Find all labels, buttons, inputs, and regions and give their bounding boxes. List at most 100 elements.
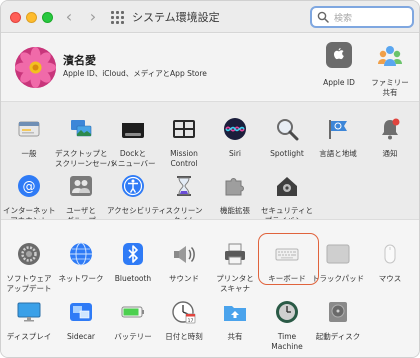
- pane-label: 機能拡張: [220, 206, 250, 215]
- pane-bluetooth[interactable]: Bluetooth: [107, 242, 159, 284]
- clock-calendar-icon: 17: [172, 301, 196, 324]
- minimize-window-button[interactable]: [26, 12, 37, 23]
- account-row: 濱名愛 Apple ID、iCloud、メディアとApp Store Apple…: [1, 34, 419, 100]
- internet-accounts-icon: @: [18, 175, 40, 197]
- pane-label: サウンド: [169, 274, 199, 283]
- pane-spotlight[interactable]: Spotlight: [261, 117, 313, 159]
- pane-mouse[interactable]: マウス: [364, 242, 416, 284]
- pane-label: ネットワーク: [58, 274, 104, 283]
- pane-label: 起動ディスク: [315, 332, 361, 341]
- notification-bell-icon: [382, 118, 400, 140]
- family-sharing-button[interactable]: ファミリー 共有: [366, 42, 414, 98]
- personal-preferences-section: 一般 デスクトップと スクリーンセーバ Dockと メニューバー Mission…: [1, 101, 419, 225]
- pane-label: Bluetooth: [114, 274, 152, 283]
- pane-dock-menubar[interactable]: Dockと メニューバー: [107, 117, 159, 169]
- pane-date-time[interactable]: 17 日付と時刻: [158, 300, 210, 342]
- pane-label: Sidecar: [66, 332, 96, 341]
- flower-avatar-icon: [15, 47, 56, 88]
- speaker-icon: [174, 246, 195, 263]
- pane-printers-scanners[interactable]: プリンタと スキャナ: [209, 242, 261, 294]
- pane-network[interactable]: ネットワーク: [55, 242, 107, 284]
- pane-mission-control[interactable]: Mission Control: [158, 117, 210, 169]
- mission-control-icon: [173, 120, 195, 138]
- zoom-window-button[interactable]: [42, 12, 53, 23]
- language-region-icon: [329, 120, 347, 139]
- sharing-folder-icon: [224, 306, 246, 321]
- svg-text:17: 17: [188, 318, 194, 324]
- pane-label: プリンタと スキャナ: [216, 274, 254, 293]
- pane-label: 通知: [382, 149, 398, 158]
- printer-icon: [225, 243, 245, 265]
- house-security-icon: [277, 177, 297, 196]
- forward-chevron-icon[interactable]: ›: [85, 8, 101, 26]
- pane-label: Dockと メニューバー: [110, 149, 156, 168]
- puzzle-piece-icon: [225, 178, 244, 196]
- svg-text:@: @: [23, 180, 36, 195]
- keyboard-selection-highlight: [258, 233, 319, 285]
- pane-software-update[interactable]: ソフトウェア アップデート: [3, 242, 55, 294]
- pane-label: Siri: [228, 149, 241, 158]
- apple-id-button[interactable]: Apple ID: [315, 42, 363, 88]
- pane-displays[interactable]: ディスプレイ: [3, 300, 55, 342]
- account-subtitle: Apple ID、iCloud、メディアとApp Store: [63, 69, 207, 78]
- network-globe-icon: [70, 242, 92, 266]
- title-bar: ‹ › システム環境設定 検索: [1, 1, 419, 33]
- desktop-screensaver-icon: [71, 120, 92, 137]
- pane-label: Time Machine: [271, 332, 303, 351]
- avatar[interactable]: [15, 47, 56, 88]
- pane-startup-disk[interactable]: 起動ディスク: [312, 300, 364, 342]
- pane-label: 日付と時刻: [165, 332, 203, 341]
- general-icon: [18, 121, 40, 137]
- window-title: システム環境設定: [132, 11, 220, 24]
- pane-label: ソフトウェア アップデート: [6, 274, 52, 293]
- pane-language-region[interactable]: 言語と地域: [312, 117, 364, 159]
- pane-label: トラックパッド: [312, 274, 365, 283]
- pane-label: 一般: [21, 149, 37, 158]
- apple-logo-icon: [326, 42, 352, 68]
- pane-label: 共有: [227, 332, 243, 341]
- system-preferences-window: ‹ › システム環境設定 検索 濱名愛 Apple ID、iCloud、メディア…: [0, 0, 420, 358]
- pane-notifications[interactable]: 通知: [364, 117, 416, 159]
- pane-sidecar[interactable]: Sidecar: [55, 300, 107, 342]
- hourglass-icon: [177, 176, 191, 196]
- spotlight-icon: [277, 119, 299, 141]
- pane-trackpad[interactable]: トラックパッド: [312, 242, 364, 284]
- bluetooth-icon: [123, 243, 143, 265]
- account-name: 濱名愛: [63, 54, 96, 67]
- pane-siri[interactable]: Siri: [209, 117, 261, 159]
- pane-extensions[interactable]: 機能拡張: [209, 174, 261, 216]
- pane-time-machine[interactable]: Time Machine: [261, 300, 313, 352]
- startup-disk-icon: [329, 302, 347, 322]
- accessibility-icon: [122, 175, 144, 197]
- software-update-gear-icon: [18, 243, 40, 265]
- search-placeholder: 検索: [334, 14, 353, 24]
- time-machine-icon: [276, 301, 298, 323]
- display-icon: [17, 302, 41, 322]
- users-groups-icon: [70, 176, 92, 196]
- apple-id-label: Apple ID: [323, 78, 355, 87]
- pane-sound[interactable]: サウンド: [158, 242, 210, 284]
- family-sharing-icon: [378, 46, 402, 66]
- pane-label: Spotlight: [270, 149, 304, 158]
- family-sharing-label: ファミリー 共有: [371, 78, 409, 97]
- pane-sharing[interactable]: 共有: [209, 300, 261, 342]
- pane-accessibility[interactable]: アクセシビリティ: [107, 174, 167, 216]
- pane-label: Mission Control: [170, 149, 198, 168]
- hardware-preferences-section: ソフトウェア アップデート ネットワーク Bluetooth サウンド プリンタ…: [1, 219, 419, 357]
- pane-label: ディスプレイ: [6, 332, 52, 341]
- pane-battery[interactable]: バッテリー: [107, 300, 159, 342]
- search-field[interactable]: 検索: [310, 6, 414, 28]
- show-all-grid-icon[interactable]: [111, 11, 124, 24]
- pane-label: デスクトップと スクリーンセーバ: [55, 149, 115, 168]
- back-chevron-icon[interactable]: ‹: [61, 8, 77, 26]
- pane-label: 言語と地域: [319, 149, 357, 158]
- siri-icon: [224, 118, 246, 140]
- pane-label: アクセシビリティ: [107, 206, 167, 215]
- search-icon: [317, 11, 329, 23]
- trackpad-icon: [326, 244, 350, 264]
- pane-general[interactable]: 一般: [3, 117, 55, 159]
- pane-desktop-screensaver[interactable]: デスクトップと スクリーンセーバ: [55, 117, 115, 169]
- close-window-button[interactable]: [10, 12, 21, 23]
- dock-menubar-icon: [122, 120, 144, 138]
- pane-label: バッテリー: [114, 332, 152, 341]
